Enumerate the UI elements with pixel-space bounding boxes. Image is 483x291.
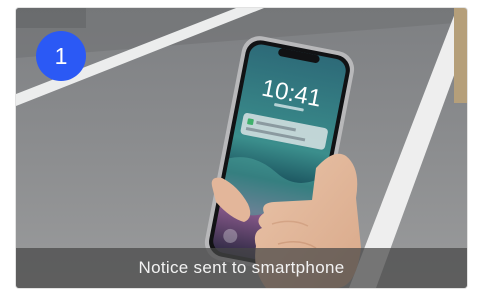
photo-card: 10:41 1 Notice sent to smartphone — [16, 8, 467, 288]
caption-bar: Notice sent to smartphone — [16, 248, 467, 288]
caption-text: Notice sent to smartphone — [138, 258, 345, 277]
step-number-badge: 1 — [36, 31, 86, 81]
